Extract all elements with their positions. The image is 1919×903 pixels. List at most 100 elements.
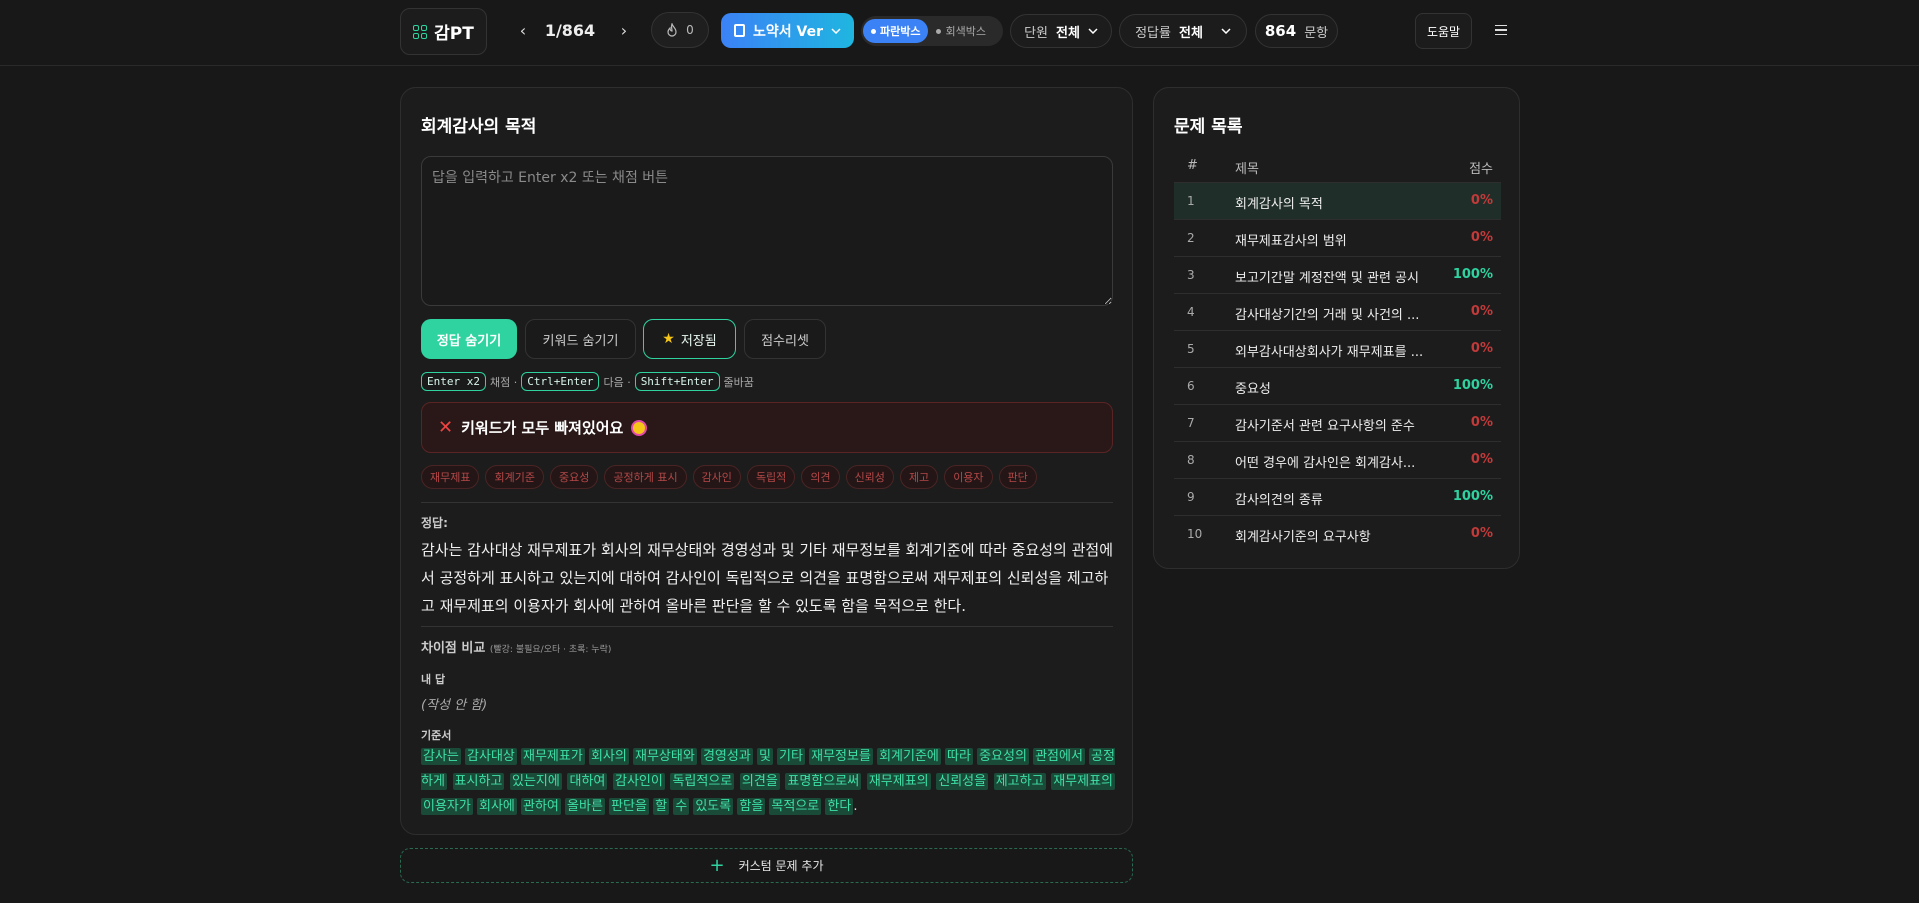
table-header: # 제목 점수: [1174, 152, 1501, 182]
row-score: 0%: [1470, 341, 1493, 356]
missing-word: 재무제표의: [866, 773, 931, 790]
hide-keywords-button[interactable]: 키워드 숨기기: [525, 319, 636, 359]
standard-end: .: [853, 799, 858, 814]
hamburger-menu-icon[interactable]: [1490, 12, 1512, 48]
missing-word: 표시하고: [452, 773, 505, 790]
missing-word: 제고하고: [993, 773, 1046, 790]
answer-input[interactable]: [421, 156, 1113, 306]
missing-word: 신뢰성을: [936, 773, 989, 790]
my-answer-label: 내 답: [421, 673, 446, 686]
missing-word: 관점에서: [1033, 748, 1085, 765]
keyword-chip: 신뢰성: [845, 465, 894, 489]
missing-word: 따라: [945, 748, 973, 765]
missing-keywords-alert: ✕ 키워드가 모두 빠져있어요: [421, 402, 1113, 453]
missing-word: 감사는: [421, 748, 461, 765]
missing-word: 올바른: [565, 798, 605, 815]
chevron-down-icon: [831, 27, 841, 34]
missing-word: 독립적으로: [670, 773, 735, 790]
add-custom-question-button[interactable]: + 커스텀 문제 추가: [400, 848, 1133, 883]
box-mode-toggle: 파란박스 회색박스: [861, 16, 1003, 46]
star-icon: ★: [662, 331, 675, 347]
hide-answer-button[interactable]: 정답 숨기기: [421, 319, 517, 359]
table-row[interactable]: 8 어떤 경우에 감사인은 회계감사... 0%: [1174, 441, 1501, 478]
row-title: 회계감사의 목적: [1235, 197, 1323, 212]
streak-button[interactable]: 0: [651, 12, 709, 48]
table-row[interactable]: 10 회계감사기준의 요구사항 0%: [1174, 515, 1501, 552]
next-button[interactable]: ›: [609, 12, 639, 48]
app-logo[interactable]: 감PT: [400, 8, 487, 55]
add-custom-label: 커스텀 문제 추가: [738, 859, 824, 873]
row-score: 100%: [1452, 378, 1493, 393]
missing-word: 감사인이: [613, 773, 665, 790]
row-number: 8: [1187, 453, 1195, 467]
divider: [421, 502, 1113, 503]
rate-value: 전체: [1178, 25, 1203, 41]
missing-word: 한다: [825, 798, 854, 815]
gray-box-option[interactable]: 회색박스: [928, 19, 993, 43]
version-dropdown[interactable]: 노약서 Ver: [721, 13, 854, 48]
prev-button[interactable]: ‹: [508, 12, 538, 48]
shortcut-key: Shift+Enter: [634, 372, 720, 391]
chevron-down-icon: [1221, 28, 1231, 34]
missing-word: 회사의: [588, 748, 629, 765]
keyword-chip: 공정하게 표시: [604, 465, 687, 489]
unit-value: 전체: [1056, 25, 1080, 41]
blue-box-option[interactable]: 파란박스: [863, 19, 929, 43]
table-row[interactable]: 4 감사대상기간의 거래 및 사건의 ... 0%: [1174, 293, 1501, 330]
missing-word: 판단을: [609, 798, 649, 815]
count-number: 864: [1264, 22, 1297, 40]
missing-word: 재무제표가: [521, 748, 585, 765]
question-panel: 회계감사의 목적 정답 숨기기 키워드 숨기기 ★ 저장됨 점수리셋 Enter…: [400, 87, 1133, 835]
reset-score-button[interactable]: 점수리셋: [744, 319, 826, 359]
missing-word: 재무제표의: [1051, 773, 1115, 790]
missing-word: 중요성의: [977, 748, 1029, 765]
row-number: 4: [1187, 305, 1195, 319]
app-name: 감PT: [434, 24, 474, 44]
shortcut-key: Enter x2: [421, 372, 486, 391]
shortcut-text: 줄바꿈: [723, 375, 754, 389]
rate-filter-dropdown[interactable]: 정답률 전체: [1119, 14, 1247, 48]
table-row[interactable]: 7 감사기준서 관련 요구사항의 준수 0%: [1174, 404, 1501, 441]
row-score: 0%: [1470, 452, 1493, 467]
missing-word: 감사대상: [465, 748, 517, 765]
keyword-chip: 독립적: [746, 465, 796, 489]
table-row[interactable]: 1 회계감사의 목적 0%: [1174, 182, 1501, 219]
missing-word: 이용자가: [421, 798, 473, 815]
saved-button[interactable]: ★ 저장됨: [643, 319, 736, 359]
keyword-chip: 의견: [801, 465, 840, 489]
divider: [421, 626, 1113, 627]
keyword-chip: 감사인: [692, 465, 741, 489]
missing-word: 기타: [777, 748, 805, 765]
table-row[interactable]: 6 중요성 100%: [1174, 367, 1501, 404]
table-row[interactable]: 3 보고기간말 계정잔액 및 관련 공시 100%: [1174, 256, 1501, 293]
keyword-chip: 이용자: [944, 465, 993, 489]
question-count-badge: 864 문항: [1255, 14, 1338, 48]
row-score: 0%: [1470, 230, 1493, 245]
saved-label: 저장됨: [680, 333, 717, 349]
standard-text-diff: 감사는 감사대상 재무제표가 회사의 재무상태와 경영성과 및 기타 재무정보를…: [421, 744, 1115, 819]
table-row[interactable]: 9 감사의견의 종류 100%: [1174, 478, 1501, 515]
shortcut-hints: Enter x2 채점 · Ctrl+Enter 다음 · Shift+Ente…: [421, 372, 754, 391]
row-title: 중요성: [1235, 382, 1271, 397]
streak-count: 0: [686, 23, 694, 37]
table-row[interactable]: 5 외부감사대상회사가 재무제표를 ... 0%: [1174, 330, 1501, 367]
model-answer: 감사는 감사대상 재무제표가 회사의 재무상태와 경영성과 및 기타 재무정보를…: [421, 541, 1114, 615]
alert-text: 키워드가 모두 빠져있어요: [461, 419, 624, 437]
book-icon: [734, 24, 745, 37]
unit-filter-dropdown[interactable]: 단원 전체: [1010, 14, 1112, 48]
missing-word: 목적으로: [769, 798, 822, 815]
keyword-chip: 중요성: [549, 465, 599, 489]
missing-word: 회사에: [476, 798, 517, 815]
table-row[interactable]: 2 재무제표감사의 범위 0%: [1174, 219, 1501, 256]
row-title: 감사기준서 관련 요구사항의 준수: [1235, 419, 1415, 434]
help-button[interactable]: 도움말: [1415, 13, 1472, 49]
missing-word: 재무정보를: [809, 748, 873, 765]
row-number: 1: [1187, 194, 1195, 208]
keyword-chip: 제고: [899, 465, 939, 489]
missing-word: 있는지에: [510, 773, 562, 790]
keyword-chip: 판단: [998, 465, 1037, 489]
row-score: 100%: [1452, 267, 1493, 282]
version-label: 노약서 Ver: [753, 23, 823, 40]
question-title: 회계감사의 목적: [421, 117, 537, 137]
standard-label: 기준서: [421, 729, 452, 742]
